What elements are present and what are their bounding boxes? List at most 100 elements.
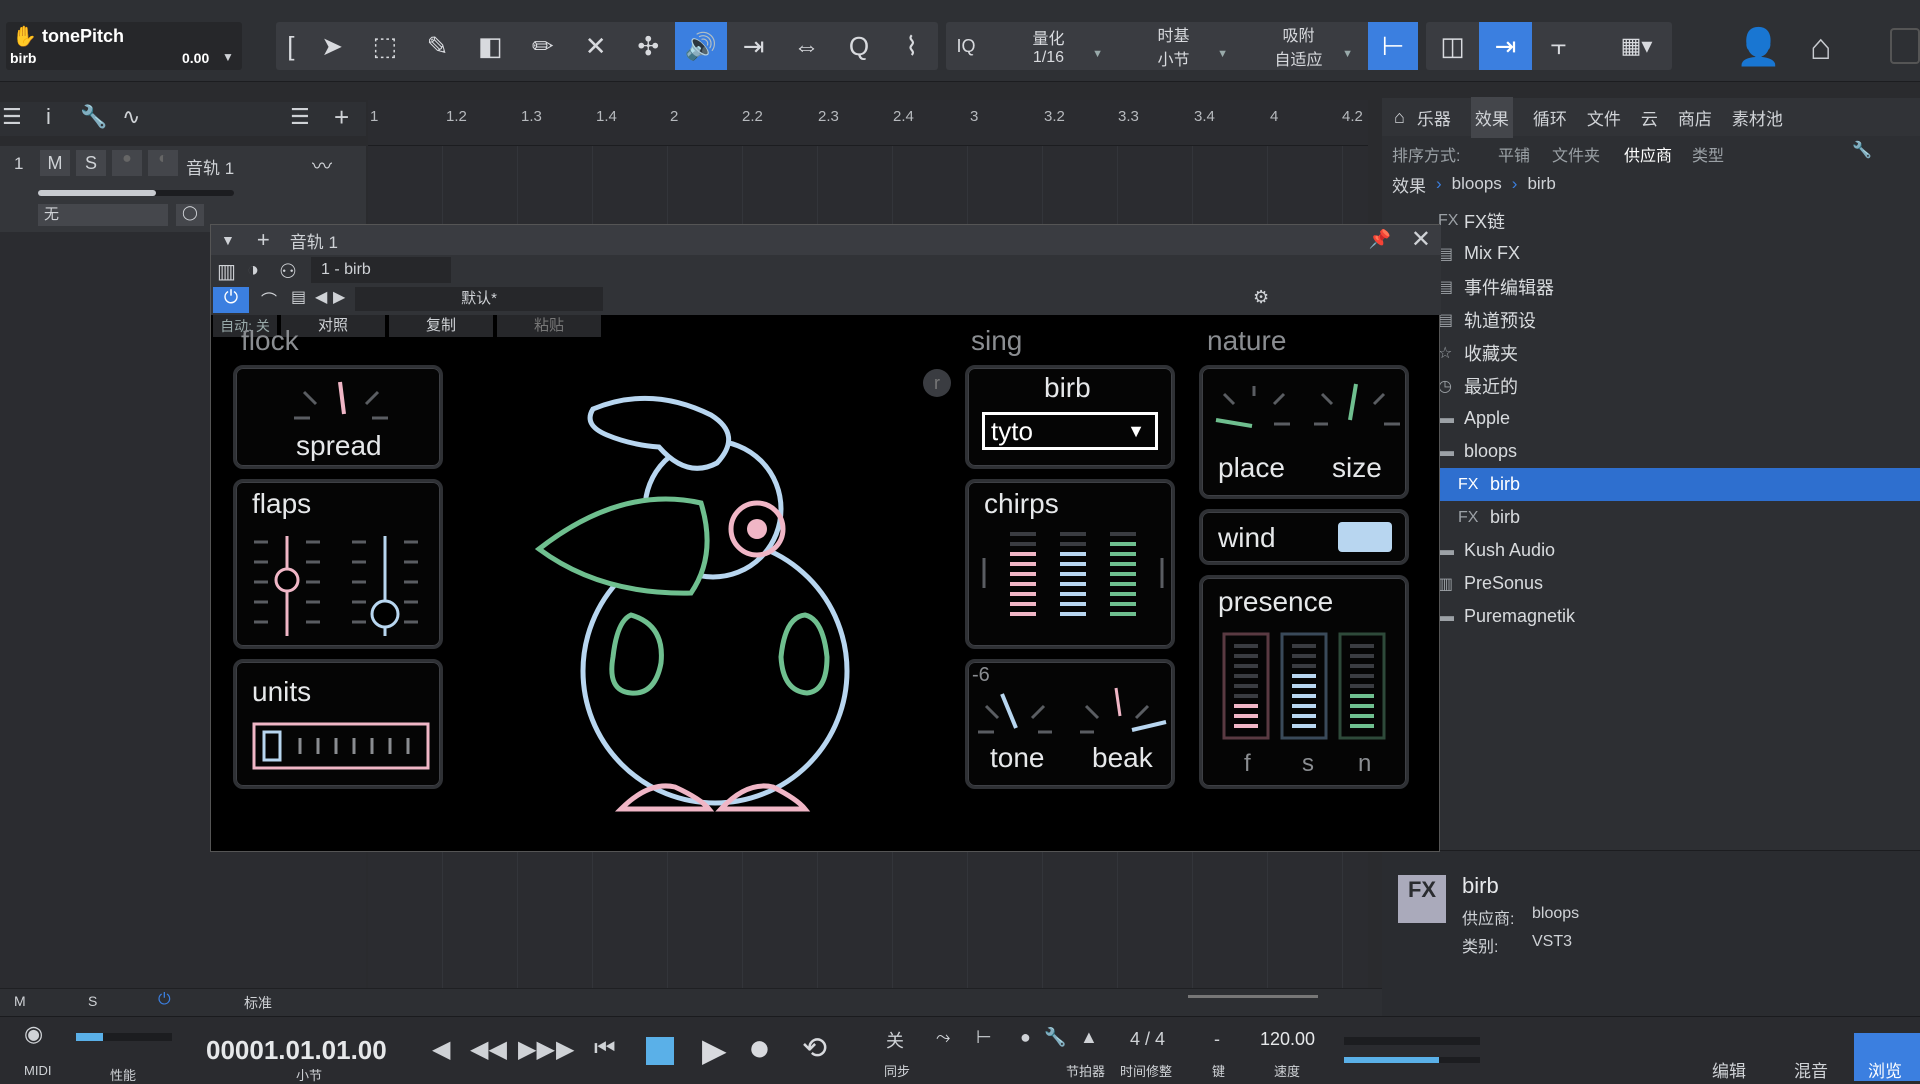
page-icon[interactable] [1890, 28, 1920, 64]
return-zero-icon[interactable]: ⏮ [594, 1035, 616, 1063]
track-header[interactable]: 1 M S ● ◐ 音轨 1 〰 无 ◯ [0, 146, 366, 232]
edit-view-button[interactable]: 编辑 [1712, 1057, 1746, 1082]
add-icon[interactable]: + [257, 227, 270, 253]
follow-icon[interactable]: ⇥ [1479, 22, 1532, 70]
quantize-icon[interactable]: Q [833, 22, 886, 70]
wrench-icon[interactable]: 🔧 [80, 104, 107, 130]
flaps-sliders[interactable] [246, 532, 436, 642]
tab-cloud[interactable]: 云 [1641, 105, 1658, 130]
place-size-card[interactable]: place size [1199, 365, 1409, 499]
copy-button[interactable]: 复制 [389, 315, 493, 337]
mute-tool-icon[interactable]: ✕ [569, 22, 622, 70]
tab-shop[interactable]: 商店 [1678, 105, 1712, 130]
arrow-tool-icon[interactable]: ➤ [306, 22, 359, 70]
transient-icon[interactable]: ⇥ [727, 22, 780, 70]
footer-mode-select[interactable]: 标准 [244, 993, 272, 1013]
list-item[interactable]: FX FX链 [1382, 204, 1920, 237]
time-unit-label[interactable]: 小节 [296, 1065, 322, 1084]
spread-card[interactable]: spread [233, 365, 443, 469]
snap-select[interactable]: 吸附 自适应 ▼ [1236, 22, 1361, 70]
list-item[interactable]: ▬ Kush Audio [1382, 534, 1920, 567]
timebase-select[interactable]: 时基 小节 ▼ [1111, 22, 1236, 70]
presence-meters[interactable] [1222, 632, 1392, 742]
flaps-card[interactable]: flaps [233, 479, 443, 649]
chevron-down-icon[interactable]: ▼ [222, 50, 234, 64]
record-icon[interactable]: ● [748, 1027, 771, 1070]
split-view-icon[interactable]: ◫ [1426, 22, 1479, 70]
volume-slider[interactable] [38, 190, 234, 196]
groove-icon[interactable]: ⌇ [885, 22, 938, 70]
power-icon[interactable]: ⏻ [213, 287, 249, 313]
time-display[interactable]: 00001.01.01.00 [206, 1035, 387, 1066]
tab-instruments[interactable]: 乐器 [1417, 105, 1451, 130]
reset-button[interactable]: r [923, 369, 951, 397]
units-selector[interactable] [252, 722, 430, 770]
bend-tool-icon[interactable]: ✣ [622, 22, 675, 70]
crumb-birb[interactable]: birb [1527, 174, 1555, 194]
song-info[interactable]: ✋ tonePitch birb 0.00 ▼ [6, 22, 242, 70]
routing-icon[interactable]: ◑ [247, 259, 259, 282]
collapse-icon[interactable]: ▼ [221, 232, 235, 248]
units-card[interactable]: units [233, 659, 443, 789]
monitor-button[interactable]: ◐ [148, 150, 178, 176]
chirps-meters[interactable] [978, 528, 1168, 638]
spread-knob[interactable] [286, 374, 396, 424]
tone-beak-knobs[interactable] [972, 680, 1172, 740]
wind-toggle[interactable] [1338, 522, 1392, 552]
prev-icon[interactable]: ◀ [315, 287, 327, 307]
info-icon[interactable]: i [46, 104, 51, 130]
eraser-tool-icon[interactable]: ◧ [464, 22, 517, 70]
gear-icon[interactable]: ⚙ [1253, 287, 1269, 308]
list-item[interactable]: ☆ 收藏夹 [1382, 336, 1920, 369]
footer-s-button[interactable]: S [88, 993, 97, 1009]
list-item[interactable]: ◷ 最近的 [1382, 369, 1920, 402]
wind-card[interactable]: wind [1199, 509, 1409, 565]
mix-view-button[interactable]: 混音 [1794, 1057, 1828, 1082]
tab-effects[interactable]: 效果 [1470, 96, 1513, 138]
place-size-knobs[interactable] [1208, 382, 1408, 442]
list-item[interactable]: ▤ Mix FX [1382, 237, 1920, 270]
next-icon[interactable]: ▶ [333, 287, 345, 307]
presence-card[interactable]: presence f s n [1199, 575, 1409, 789]
tab-files[interactable]: 文件 [1587, 105, 1621, 130]
timeline-ruler[interactable]: 1 1.2 1.3 1.4 2 2.2 2.3 2.4 3 3.2 3.3 3.… [368, 100, 1368, 146]
wrench-icon[interactable]: 🔧 [1852, 140, 1872, 160]
snap-start-button[interactable]: ⊢ [1368, 22, 1418, 70]
key-value[interactable]: - [1214, 1029, 1220, 1050]
list-item[interactable]: ▬ Puremagnetik [1382, 600, 1920, 633]
home-icon[interactable]: ⌂ [1394, 107, 1405, 128]
sort-folder[interactable]: 文件夹 [1552, 142, 1600, 166]
list-item[interactable]: ▤ 轨道预设 [1382, 303, 1920, 336]
bars-icon[interactable]: ▥ [217, 259, 236, 284]
paint-tool-icon[interactable]: ✏ [517, 22, 570, 70]
forward-icon[interactable]: ▶▶ [518, 1035, 555, 1064]
tab-pool[interactable]: 素材池 [1732, 105, 1783, 130]
automation-icon[interactable]: ∿ [122, 104, 140, 130]
rewind-start-icon[interactable]: ◀ [432, 1035, 450, 1064]
time-signature[interactable]: 4 / 4 [1130, 1029, 1165, 1050]
bracket-icon[interactable]: [ [276, 22, 306, 70]
menu-icon[interactable]: ☰ [2, 104, 22, 130]
punch-icon[interactable]: ⊢ [976, 1027, 992, 1048]
wrench-icon[interactable]: 🔧 [1044, 1027, 1066, 1048]
list-item[interactable]: ▥ PreSonus [1382, 567, 1920, 600]
list-icon[interactable]: ☰ [290, 104, 310, 130]
user-icon[interactable]: 👤 [1736, 26, 1781, 68]
metronome-icon[interactable]: ▲ [1080, 1027, 1098, 1048]
preset-icon[interactable]: ▤ [291, 287, 306, 307]
listen-tool-icon[interactable]: 🔊 [674, 22, 728, 70]
crumb-bloops[interactable]: bloops [1452, 174, 1502, 194]
iq-button[interactable]: IQ [946, 22, 986, 70]
list-item-selected[interactable]: FX birb [1382, 468, 1920, 501]
record-button[interactable]: ● [112, 150, 142, 176]
birb-card[interactable]: birb tyto ▼ [965, 365, 1175, 469]
metronome-dot-icon[interactable]: ● [1020, 1027, 1031, 1048]
chirps-card[interactable]: chirps [965, 479, 1175, 649]
list-item[interactable]: ▬ bloops [1382, 435, 1920, 468]
forward-end-icon[interactable]: ▶ [556, 1035, 574, 1064]
loop-icon[interactable]: ⟲ [802, 1031, 827, 1066]
close-icon[interactable]: ✕ [1411, 225, 1431, 254]
grid-button[interactable]: ▦▾ [1610, 22, 1672, 70]
tone-beak-card[interactable]: -6 tone beak [965, 659, 1175, 789]
split-tool-icon[interactable]: ✎ [411, 22, 464, 70]
